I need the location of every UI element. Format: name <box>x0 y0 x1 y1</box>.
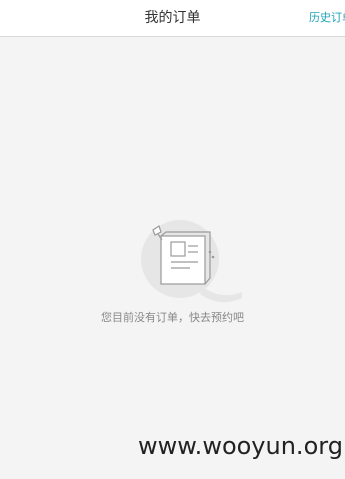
page-title: 我的订单 <box>144 10 201 26</box>
empty-orders-icon <box>138 218 246 304</box>
watermark: www.wooyun.org <box>138 432 343 460</box>
history-orders-link[interactable]: 历史订单 <box>309 0 345 36</box>
empty-state-message: 您目前没有订单，快去预约吧 <box>101 311 244 324</box>
top-bar: 我的订单 历史订单 <box>0 0 345 37</box>
